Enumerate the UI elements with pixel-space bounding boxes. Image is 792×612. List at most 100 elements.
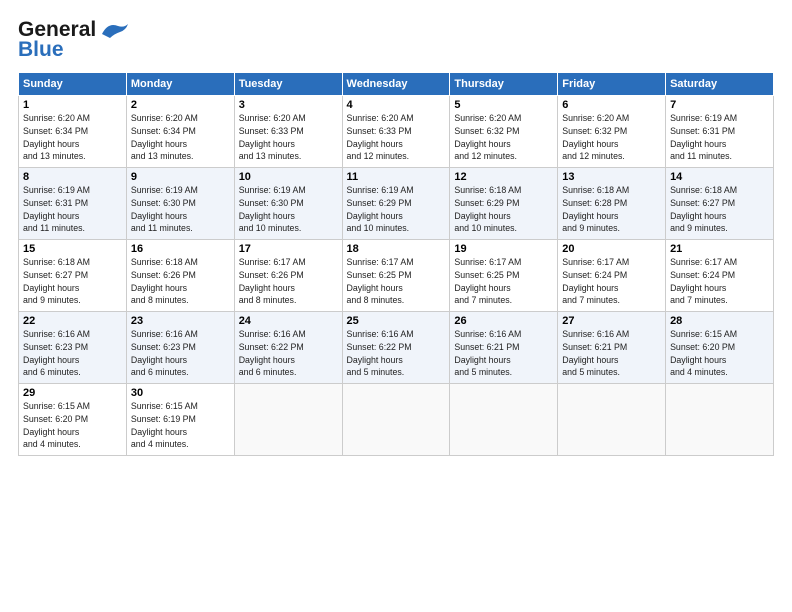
calendar-day-cell [450, 384, 558, 456]
calendar-day-cell: 20 Sunrise: 6:17 AMSunset: 6:24 PMDaylig… [558, 240, 666, 312]
day-info: Sunrise: 6:19 AMSunset: 6:31 PMDaylight … [23, 185, 90, 233]
day-info: Sunrise: 6:17 AMSunset: 6:25 PMDaylight … [454, 257, 521, 305]
day-number: 7 [670, 99, 769, 111]
day-number: 14 [670, 171, 769, 183]
day-number: 13 [562, 171, 661, 183]
weekday-header-row: SundayMondayTuesdayWednesdayThursdayFrid… [19, 73, 774, 96]
day-number: 26 [454, 315, 553, 327]
day-info: Sunrise: 6:20 AMSunset: 6:33 PMDaylight … [239, 113, 306, 161]
calendar-day-cell [342, 384, 450, 456]
day-number: 17 [239, 243, 338, 255]
calendar-day-cell: 4 Sunrise: 6:20 AMSunset: 6:33 PMDayligh… [342, 96, 450, 168]
calendar-day-cell: 27 Sunrise: 6:16 AMSunset: 6:21 PMDaylig… [558, 312, 666, 384]
day-number: 11 [347, 171, 446, 183]
day-info: Sunrise: 6:16 AMSunset: 6:23 PMDaylight … [23, 329, 90, 377]
weekday-header-cell: Wednesday [342, 73, 450, 96]
calendar-week-row: 29 Sunrise: 6:15 AMSunset: 6:20 PMDaylig… [19, 384, 774, 456]
calendar-day-cell: 13 Sunrise: 6:18 AMSunset: 6:28 PMDaylig… [558, 168, 666, 240]
day-info: Sunrise: 6:17 AMSunset: 6:25 PMDaylight … [347, 257, 414, 305]
day-info: Sunrise: 6:16 AMSunset: 6:22 PMDaylight … [347, 329, 414, 377]
calendar-day-cell: 3 Sunrise: 6:20 AMSunset: 6:33 PMDayligh… [234, 96, 342, 168]
day-number: 28 [670, 315, 769, 327]
calendar-day-cell: 9 Sunrise: 6:19 AMSunset: 6:30 PMDayligh… [126, 168, 234, 240]
weekday-header-cell: Monday [126, 73, 234, 96]
day-info: Sunrise: 6:16 AMSunset: 6:21 PMDaylight … [562, 329, 629, 377]
day-number: 12 [454, 171, 553, 183]
header: General Blue [18, 18, 774, 62]
day-number: 25 [347, 315, 446, 327]
day-number: 23 [131, 315, 230, 327]
calendar-day-cell: 26 Sunrise: 6:16 AMSunset: 6:21 PMDaylig… [450, 312, 558, 384]
day-info: Sunrise: 6:16 AMSunset: 6:23 PMDaylight … [131, 329, 198, 377]
day-info: Sunrise: 6:19 AMSunset: 6:29 PMDaylight … [347, 185, 414, 233]
day-info: Sunrise: 6:15 AMSunset: 6:20 PMDaylight … [670, 329, 737, 377]
day-info: Sunrise: 6:20 AMSunset: 6:32 PMDaylight … [562, 113, 629, 161]
weekday-header-cell: Thursday [450, 73, 558, 96]
day-number: 18 [347, 243, 446, 255]
day-number: 5 [454, 99, 553, 111]
logo: General Blue [18, 18, 130, 62]
calendar-week-row: 1 Sunrise: 6:20 AMSunset: 6:34 PMDayligh… [19, 96, 774, 168]
weekday-header-cell: Friday [558, 73, 666, 96]
day-number: 1 [23, 99, 122, 111]
calendar-week-row: 8 Sunrise: 6:19 AMSunset: 6:31 PMDayligh… [19, 168, 774, 240]
day-number: 10 [239, 171, 338, 183]
calendar-week-row: 22 Sunrise: 6:16 AMSunset: 6:23 PMDaylig… [19, 312, 774, 384]
weekday-header-cell: Sunday [19, 73, 127, 96]
calendar-table: SundayMondayTuesdayWednesdayThursdayFrid… [18, 72, 774, 456]
day-info: Sunrise: 6:18 AMSunset: 6:27 PMDaylight … [23, 257, 90, 305]
calendar-day-cell: 19 Sunrise: 6:17 AMSunset: 6:25 PMDaylig… [450, 240, 558, 312]
day-number: 20 [562, 243, 661, 255]
calendar-day-cell: 29 Sunrise: 6:15 AMSunset: 6:20 PMDaylig… [19, 384, 127, 456]
calendar-day-cell: 6 Sunrise: 6:20 AMSunset: 6:32 PMDayligh… [558, 96, 666, 168]
calendar-day-cell: 24 Sunrise: 6:16 AMSunset: 6:22 PMDaylig… [234, 312, 342, 384]
calendar-day-cell [666, 384, 774, 456]
day-number: 2 [131, 99, 230, 111]
page: General Blue SundayMondayTuesdayWednesda… [0, 0, 792, 466]
day-number: 30 [131, 387, 230, 399]
calendar-day-cell: 7 Sunrise: 6:19 AMSunset: 6:31 PMDayligh… [666, 96, 774, 168]
logo-bird-icon [98, 20, 130, 40]
day-number: 8 [23, 171, 122, 183]
day-number: 6 [562, 99, 661, 111]
day-info: Sunrise: 6:20 AMSunset: 6:32 PMDaylight … [454, 113, 521, 161]
day-info: Sunrise: 6:15 AMSunset: 6:19 PMDaylight … [131, 401, 198, 449]
day-number: 9 [131, 171, 230, 183]
logo-blue: Blue [18, 38, 64, 62]
day-number: 15 [23, 243, 122, 255]
calendar-day-cell: 15 Sunrise: 6:18 AMSunset: 6:27 PMDaylig… [19, 240, 127, 312]
day-info: Sunrise: 6:19 AMSunset: 6:30 PMDaylight … [131, 185, 198, 233]
day-info: Sunrise: 6:17 AMSunset: 6:24 PMDaylight … [562, 257, 629, 305]
calendar-day-cell: 2 Sunrise: 6:20 AMSunset: 6:34 PMDayligh… [126, 96, 234, 168]
day-info: Sunrise: 6:19 AMSunset: 6:30 PMDaylight … [239, 185, 306, 233]
day-info: Sunrise: 6:20 AMSunset: 6:33 PMDaylight … [347, 113, 414, 161]
calendar-day-cell: 21 Sunrise: 6:17 AMSunset: 6:24 PMDaylig… [666, 240, 774, 312]
calendar-day-cell: 8 Sunrise: 6:19 AMSunset: 6:31 PMDayligh… [19, 168, 127, 240]
calendar-day-cell: 10 Sunrise: 6:19 AMSunset: 6:30 PMDaylig… [234, 168, 342, 240]
weekday-header-cell: Saturday [666, 73, 774, 96]
day-info: Sunrise: 6:17 AMSunset: 6:26 PMDaylight … [239, 257, 306, 305]
day-info: Sunrise: 6:15 AMSunset: 6:20 PMDaylight … [23, 401, 90, 449]
calendar-day-cell: 17 Sunrise: 6:17 AMSunset: 6:26 PMDaylig… [234, 240, 342, 312]
day-info: Sunrise: 6:20 AMSunset: 6:34 PMDaylight … [131, 113, 198, 161]
day-number: 21 [670, 243, 769, 255]
calendar-day-cell: 1 Sunrise: 6:20 AMSunset: 6:34 PMDayligh… [19, 96, 127, 168]
calendar-day-cell: 5 Sunrise: 6:20 AMSunset: 6:32 PMDayligh… [450, 96, 558, 168]
calendar-day-cell [234, 384, 342, 456]
calendar-body: 1 Sunrise: 6:20 AMSunset: 6:34 PMDayligh… [19, 96, 774, 456]
calendar-day-cell: 14 Sunrise: 6:18 AMSunset: 6:27 PMDaylig… [666, 168, 774, 240]
day-info: Sunrise: 6:20 AMSunset: 6:34 PMDaylight … [23, 113, 90, 161]
calendar-day-cell: 28 Sunrise: 6:15 AMSunset: 6:20 PMDaylig… [666, 312, 774, 384]
day-number: 24 [239, 315, 338, 327]
calendar-day-cell: 22 Sunrise: 6:16 AMSunset: 6:23 PMDaylig… [19, 312, 127, 384]
calendar-day-cell [558, 384, 666, 456]
day-info: Sunrise: 6:18 AMSunset: 6:28 PMDaylight … [562, 185, 629, 233]
calendar-day-cell: 16 Sunrise: 6:18 AMSunset: 6:26 PMDaylig… [126, 240, 234, 312]
calendar-day-cell: 23 Sunrise: 6:16 AMSunset: 6:23 PMDaylig… [126, 312, 234, 384]
weekday-header-cell: Tuesday [234, 73, 342, 96]
day-number: 3 [239, 99, 338, 111]
day-info: Sunrise: 6:19 AMSunset: 6:31 PMDaylight … [670, 113, 737, 161]
calendar-day-cell: 25 Sunrise: 6:16 AMSunset: 6:22 PMDaylig… [342, 312, 450, 384]
day-info: Sunrise: 6:18 AMSunset: 6:29 PMDaylight … [454, 185, 521, 233]
day-number: 29 [23, 387, 122, 399]
